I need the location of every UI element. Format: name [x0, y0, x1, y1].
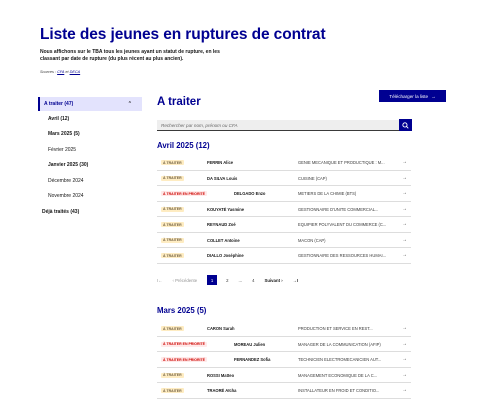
formation-label: TECHNICIEN ELECTROMECANICIEN AUT...	[298, 357, 382, 362]
sources-link-cfa[interactable]: CFA	[57, 70, 64, 74]
arrow-right-icon[interactable]: →	[402, 206, 407, 212]
table-row[interactable]: À TRAITER EN PRIORITÉ MOREAU Julien MANAGE…	[157, 337, 411, 352]
download-list-button[interactable]: Télécharger la liste →	[379, 90, 446, 102]
arrow-right-icon[interactable]: →	[402, 252, 407, 258]
sidebar-item-month[interactable]: Novembre 2024	[38, 189, 142, 205]
student-name: REYNAUD Zoé	[207, 222, 236, 227]
table-row[interactable]: À TRAITER EN PRIORITÉ FERNANDEZ Sofia TECH…	[157, 352, 411, 368]
pagination-first[interactable]: I←	[157, 278, 163, 283]
pagination-page-2[interactable]: 2	[226, 278, 228, 283]
pagination-previous[interactable]: ‹ Précédente	[173, 278, 198, 283]
status-badge: À TRAITER	[161, 222, 184, 227]
sidebar-item-a-traiter[interactable]: A traiter (47) ⌃	[38, 97, 142, 111]
formation-label: MANAGEMENT ECONOMIQUE DE LA C...	[298, 372, 378, 378]
table-row[interactable]: À TRAITER ROSSI Matteo MANAGEMENT ECONOMIQ…	[157, 368, 411, 383]
pagination-next[interactable]: Suivant ›	[264, 278, 282, 283]
student-name: KOUYATÉ Yasmine	[207, 206, 245, 212]
status-badge: À TRAITER	[161, 206, 184, 212]
student-name: TRAORÉ Aïcha	[207, 388, 237, 393]
table-row[interactable]: À TRAITER COLLET Antoine MACON (CAP) →	[157, 233, 411, 248]
formation-label: GENIE MECANIQUE ET PRODUCTIQUE : M...	[298, 160, 385, 165]
student-name: DIALLO Joséphine	[207, 253, 244, 258]
student-name: DELGADO Enzo	[234, 191, 266, 196]
sources-link-deca[interactable]: DECA	[70, 70, 81, 74]
student-name: DA SILVA Louis	[207, 175, 238, 181]
arrow-right-icon[interactable]: →	[402, 175, 407, 181]
sidebar-item-month[interactable]: Janvier 2025 (30)	[38, 158, 142, 174]
status-badge: À TRAITER EN PRIORITÉ	[161, 191, 208, 196]
arrow-right-icon[interactable]: →	[402, 190, 407, 196]
formation-label: MANAGER DE LA COMMUNICATION (AFIP)	[298, 341, 381, 347]
table-row[interactable]: À TRAITER KOUYATÉ Yasmine GESTIONNAIRE D'U…	[157, 202, 411, 217]
sidebar-item-deja-traites[interactable]: Déjà traités (43)	[38, 204, 142, 220]
status-badge: À TRAITER EN PRIORITÉ	[161, 357, 208, 362]
sources-line: Sources : CFA et DECA	[40, 70, 80, 74]
page-title: Liste des jeunes en ruptures de contrat	[40, 26, 326, 43]
table-row[interactable]: À TRAITER REYNAUD Zoé EQUIPIER POLYVALENT …	[157, 217, 411, 233]
student-name: FERRIN Alice	[207, 160, 234, 165]
chevron-up-icon: ⌃	[127, 101, 132, 107]
pagination-page-4[interactable]: 4	[252, 278, 254, 283]
pagination-ellipsis: ...	[238, 277, 243, 283]
table-row[interactable]: À TRAITER DIALLO Joséphine GESTIONNAIRE DE…	[157, 248, 411, 264]
formation-label: METIERS DE LA CHIMIE (BTS)	[298, 191, 357, 196]
search-input[interactable]: Rechercher par nom, prénom ou CFA	[157, 120, 411, 131]
status-badge: À TRAITER	[161, 175, 184, 181]
status-badge: À TRAITER	[161, 253, 184, 258]
formation-label: MACON (CAP)	[298, 237, 326, 243]
status-badge: À TRAITER	[161, 326, 184, 331]
search-icon	[402, 121, 409, 129]
formation-label: EQUIPIER POLYVALENT DU COMMERCE (C...	[298, 222, 387, 227]
sidebar-item-month[interactable]: Février 2025	[38, 142, 142, 158]
arrow-right-icon[interactable]: →	[402, 372, 407, 378]
student-name: FERNANDEZ Sofia	[234, 357, 271, 362]
arrow-right-icon[interactable]: →	[402, 387, 407, 393]
formation-label: INSTALLATEUR EN FROID ET CONDITIO...	[298, 388, 380, 393]
formation-label: PRODUCTION ET SERVICE EN REST...	[298, 326, 373, 331]
table-avril: À TRAITER FERRIN Alice GENIE MECANIQUE ET …	[157, 155, 411, 264]
formation-label: GESTIONNAIRE D'UNITE COMMERCIAL...	[298, 206, 379, 212]
arrow-right-icon[interactable]: →	[402, 325, 407, 331]
table-row[interactable]: À TRAITER EN PRIORITÉ DELGADO Enzo METIERS…	[157, 186, 411, 202]
sidebar-item-label: A traiter (47)	[44, 101, 74, 107]
student-name: COLLET Antoine	[207, 237, 240, 243]
status-badge: À TRAITER	[161, 160, 184, 165]
arrow-right-icon[interactable]: →	[402, 237, 407, 243]
search-button[interactable]	[399, 119, 412, 131]
table-row[interactable]: À TRAITER FERRIN Alice GENIE MECANIQUE ET …	[157, 155, 411, 171]
page-intro: Nous affichons sur le TBA tous les jeune…	[40, 49, 220, 62]
table-row[interactable]: À TRAITER CARON Sarah PRODUCTION ET SERVIC…	[157, 321, 411, 337]
arrow-right-icon[interactable]: →	[402, 356, 407, 362]
main-heading: A traiter	[157, 96, 201, 108]
sidebar-item-month[interactable]: Mars 2025 (5)	[38, 127, 142, 143]
sources-prefix: Sources :	[40, 70, 57, 74]
student-name: CARON Sarah	[207, 326, 235, 331]
download-label: Télécharger la liste	[389, 93, 429, 99]
section-title-avril: Avril 2025 (12)	[157, 141, 210, 150]
pagination-page-1[interactable]: 1	[207, 275, 218, 285]
formation-label: GESTIONNAIRE DES RESSOURCES HUMAI...	[298, 253, 387, 258]
table-row[interactable]: À TRAITER DA SILVA Louis CUISINE (CAP) →	[157, 171, 411, 186]
pagination: I← ‹ Précédente 1 2 ... 4 Suivant › →I	[157, 274, 308, 286]
status-badge: À TRAITER EN PRIORITÉ	[161, 341, 208, 347]
student-name: ROSSI Matteo	[207, 372, 235, 378]
table-mars: À TRAITER CARON Sarah PRODUCTION ET SERVIC…	[157, 321, 411, 399]
arrow-right-icon: →	[431, 93, 436, 99]
section-title-mars: Mars 2025 (5)	[157, 306, 207, 315]
sidebar: A traiter (47) ⌃ Avril (12) Mars 2025 (5) F…	[38, 96, 142, 220]
status-badge: À TRAITER	[161, 237, 184, 243]
arrow-right-icon[interactable]: →	[402, 221, 407, 227]
arrow-right-icon[interactable]: →	[402, 341, 407, 347]
status-badge: À TRAITER	[161, 372, 184, 378]
table-row[interactable]: À TRAITER TRAORÉ Aïcha INSTALLATEUR EN FRO…	[157, 383, 411, 399]
student-name: MOREAU Julien	[234, 341, 266, 347]
status-badge: À TRAITER	[161, 388, 184, 393]
sidebar-item-month[interactable]: Avril (12)	[38, 111, 142, 127]
arrow-right-icon[interactable]: →	[402, 159, 407, 165]
pagination-last[interactable]: →I	[293, 278, 299, 283]
sources-and: et	[65, 70, 69, 74]
sidebar-item-month[interactable]: Décembre 2024	[38, 173, 142, 189]
formation-label: CUISINE (CAP)	[298, 175, 327, 181]
sidebar-month-list: Avril (12) Mars 2025 (5) Février 2025 Janvi…	[38, 111, 142, 204]
